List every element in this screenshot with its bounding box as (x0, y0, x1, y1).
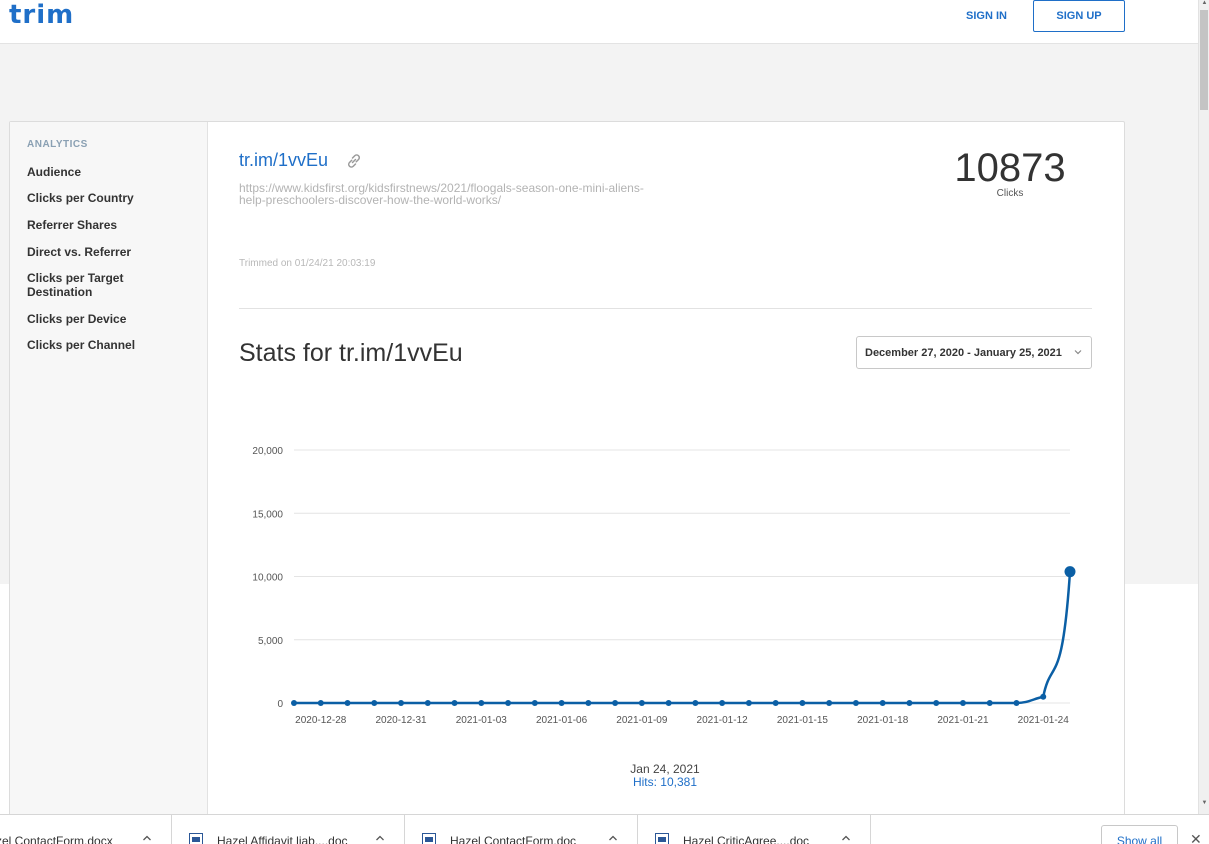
data-point (959, 700, 966, 706)
sign-up-button[interactable]: SIGN UP (1033, 0, 1125, 32)
page-scrollbar[interactable]: ▲ ▼ (1198, 0, 1209, 814)
word-doc-icon (422, 833, 436, 844)
x-tick-label: 2021-01-12 (697, 715, 749, 726)
download-item[interactable]: Hazel ContactForm.doc (405, 815, 638, 844)
tooltip-date: Jan 24, 2021 (630, 762, 700, 776)
chevron-down-icon (1074, 350, 1082, 355)
date-range-select[interactable]: December 27, 2020 - January 25, 2021 (856, 336, 1092, 369)
x-tick-label: 2021-01-03 (456, 715, 508, 726)
data-point (665, 700, 672, 706)
chevron-up-icon[interactable] (375, 833, 385, 843)
stats-title: Stats for tr.im/1vvEu (239, 339, 463, 367)
sidebar-item-referrer-shares[interactable]: Referrer Shares (27, 218, 197, 232)
download-item-name: Hazel CriticAgree....doc (683, 834, 810, 844)
download-item[interactable]: zel ContactForm.docx (0, 815, 172, 844)
data-point (772, 700, 779, 706)
scroll-down-arrow-icon[interactable]: ▼ (1200, 800, 1209, 809)
chevron-up-icon[interactable] (142, 833, 152, 843)
clicks-count: 10873 (954, 146, 1066, 190)
y-tick-label: 10,000 (252, 573, 283, 584)
link-icon[interactable] (345, 152, 363, 170)
date-range-value: December 27, 2020 - January 25, 2021 (865, 346, 1062, 359)
sidebar-heading: ANALYTICS (27, 139, 88, 150)
clicks-label: Clicks (996, 188, 1024, 199)
data-point (317, 700, 324, 706)
data-point (799, 700, 806, 706)
data-point (906, 700, 913, 706)
data-point (638, 700, 645, 706)
long-url[interactable]: https://www.kidsfirst.org/kidsfirstnews/… (239, 182, 749, 206)
series-line (294, 571, 1072, 705)
data-point (612, 700, 619, 706)
y-tick-label: 5,000 (258, 636, 283, 647)
y-tick-label: 0 (277, 699, 283, 710)
show-all-button[interactable]: Show all (1101, 825, 1178, 844)
download-item-name: Hazel ContactForm.doc (450, 834, 577, 844)
x-tick-label: 2021-01-06 (536, 715, 588, 726)
download-item-name: zel ContactForm.docx (0, 834, 113, 844)
data-point (585, 700, 592, 706)
data-point (398, 700, 405, 706)
top-navbar: trim SIGN IN SIGN UP (0, 0, 1198, 44)
download-item-name: Hazel Affidavit liab....doc (217, 834, 348, 844)
data-point (558, 700, 565, 706)
trim-logo[interactable]: trim (9, 2, 74, 28)
tooltip-hits: Hits: 10,381 (632, 775, 698, 789)
chevron-up-icon[interactable] (608, 833, 618, 843)
data-point (719, 700, 726, 706)
x-tick-label: 2021-01-09 (616, 715, 668, 726)
data-point (478, 700, 485, 706)
word-doc-icon (189, 833, 203, 844)
data-point (879, 700, 886, 706)
sidebar-item-clicks-per-channel[interactable]: Clicks per Channel (27, 338, 197, 352)
download-item[interactable]: Hazel Affidavit liab....doc (172, 815, 405, 844)
data-point (451, 700, 458, 706)
clicks-line-chart: 0 5,000 10,000 15,000 20,000 2020-12-28 2020-1… (252, 446, 1076, 726)
scrollbar-thumb[interactable] (1200, 10, 1208, 110)
data-point (1013, 700, 1020, 706)
data-point (933, 700, 940, 706)
data-point (1040, 693, 1047, 700)
trimmed-timestamp: Trimmed on 01/24/21 20:03:19 (239, 258, 376, 269)
sidebar-item-clicks-per-target-destination[interactable]: Clicks per Target Destination (27, 271, 147, 299)
data-point (852, 700, 859, 706)
data-point (371, 700, 378, 706)
analytics-main: tr.im/1vvEu https://www.kidsfirst.org/ki… (209, 122, 1125, 822)
sign-in-link[interactable]: SIGN IN (966, 10, 1007, 22)
chevron-up-icon[interactable] (841, 833, 851, 843)
download-bar: zel ContactForm.docx Hazel Affidavit lia… (0, 814, 1209, 844)
long-url-line2: help-preschoolers-discover-how-the-world… (239, 193, 502, 207)
x-tick-label: 2021-01-21 (937, 715, 989, 726)
download-item[interactable]: Hazel CriticAgree....doc (638, 815, 871, 844)
data-point (424, 700, 431, 706)
data-point (344, 700, 351, 706)
y-tick-label: 15,000 (252, 509, 283, 520)
x-tick-label: 2021-01-18 (857, 715, 909, 726)
sidebar-item-clicks-per-device[interactable]: Clicks per Device (27, 312, 197, 326)
sidebar-item-audience[interactable]: Audience (27, 165, 197, 179)
data-point (745, 700, 752, 706)
data-point (505, 700, 512, 706)
data-point (826, 700, 833, 706)
analytics-card: ANALYTICS Audience Clicks per Country Re… (9, 121, 1125, 822)
x-tick-label: 2020-12-31 (375, 715, 427, 726)
close-icon[interactable]: ✕ (1190, 831, 1202, 844)
data-point (692, 700, 699, 706)
scroll-up-arrow-icon[interactable]: ▲ (1200, 0, 1209, 9)
sidebar-item-clicks-per-country[interactable]: Clicks per Country (27, 191, 197, 205)
data-point (291, 700, 297, 706)
analytics-sidebar: ANALYTICS Audience Clicks per Country Re… (10, 122, 208, 822)
divider (239, 308, 1092, 309)
word-doc-icon (655, 833, 669, 844)
x-tick-label: 2020-12-28 (295, 715, 347, 726)
y-tick-label: 20,000 (252, 446, 283, 457)
x-tick-label: 2021-01-24 (1018, 715, 1070, 726)
data-point (1064, 566, 1076, 578)
sidebar-item-direct-vs-referrer[interactable]: Direct vs. Referrer (27, 245, 197, 259)
x-tick-label: 2021-01-15 (777, 715, 829, 726)
data-point (531, 700, 538, 706)
data-point (986, 700, 993, 706)
short-link[interactable]: tr.im/1vvEu (239, 150, 328, 171)
